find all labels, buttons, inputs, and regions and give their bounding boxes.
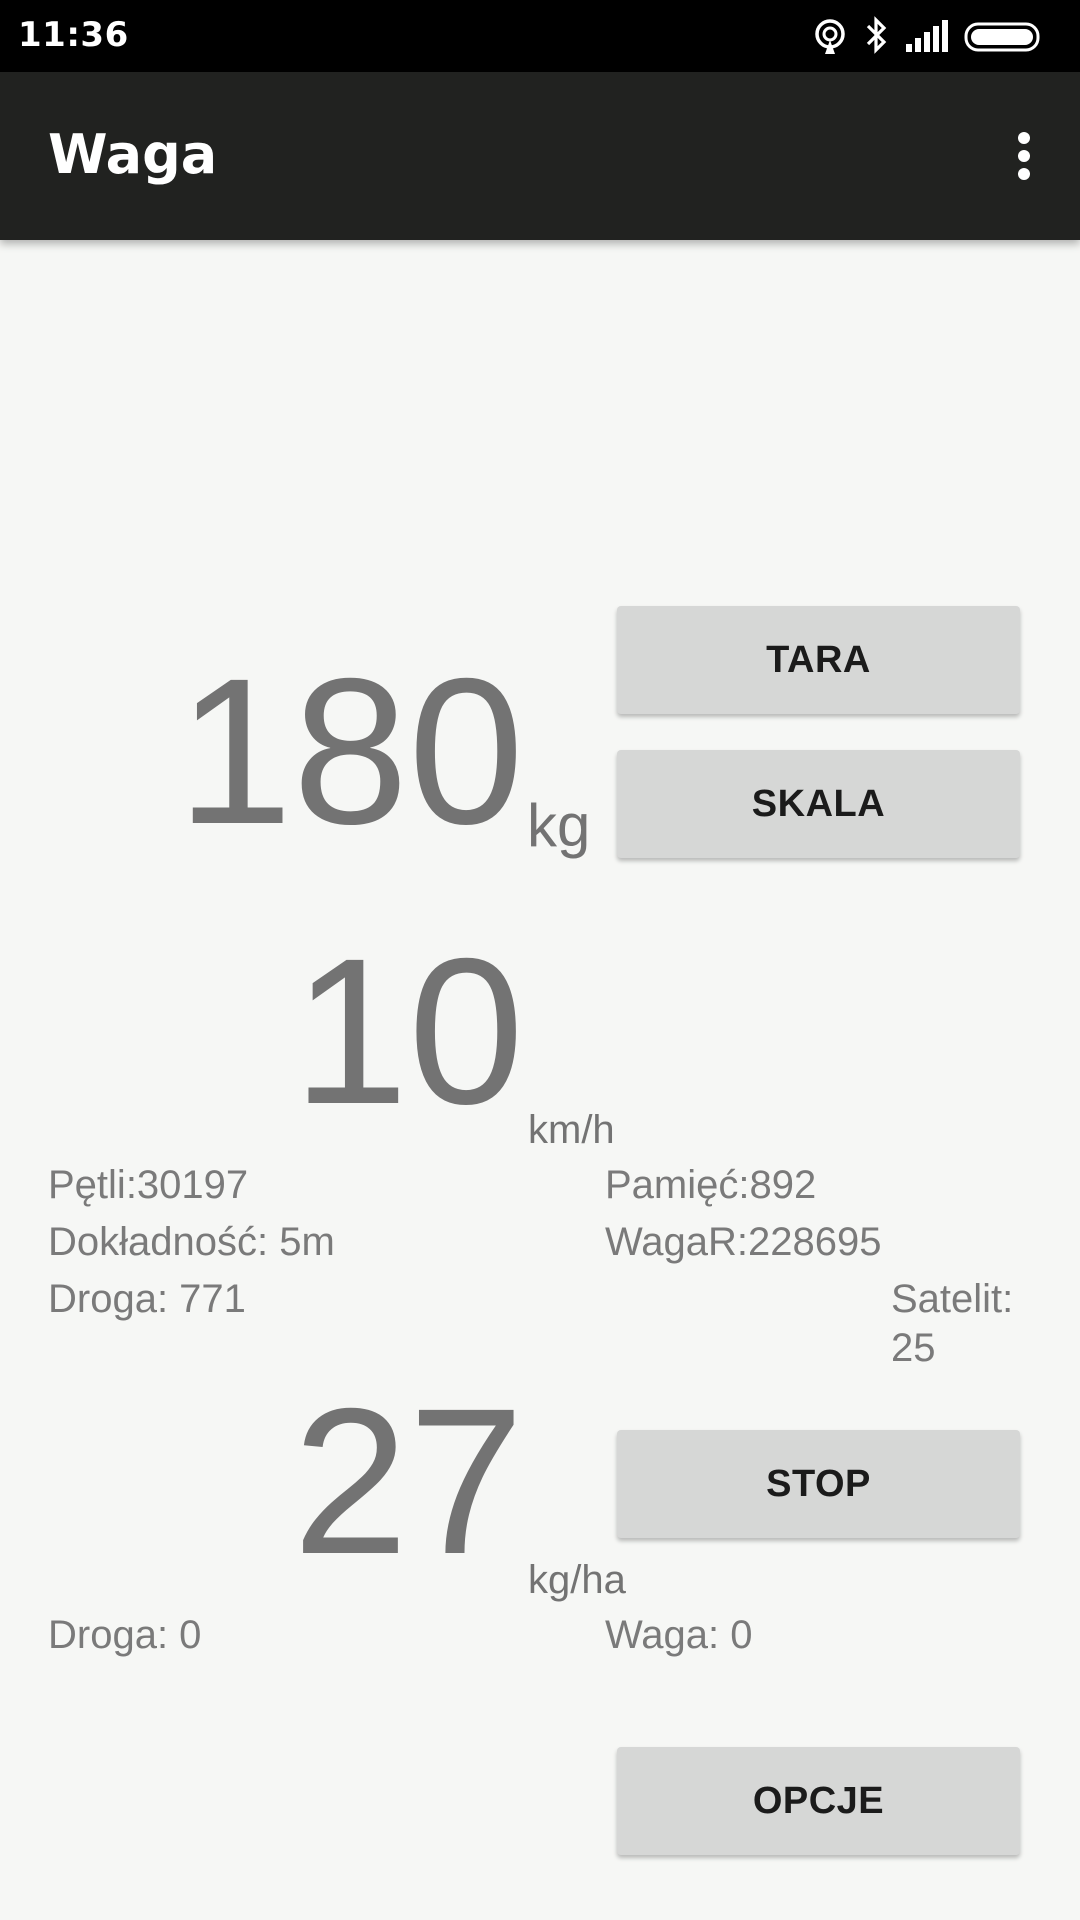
accuracy-value: Dokładność: 5m <box>48 1220 335 1264</box>
loops-count: Pętli:30197 <box>48 1163 249 1207</box>
satellite-count: 25 <box>891 1326 936 1370</box>
memory-count: Pamięć:892 <box>605 1163 817 1207</box>
weight-unit: kg <box>527 792 591 859</box>
stop-button[interactable]: STOP <box>617 1430 1020 1538</box>
distance-value: Droga: 771 <box>48 1277 246 1321</box>
bottom-distance-value: Droga: 0 <box>48 1613 202 1657</box>
speed-unit: km/h <box>528 1108 615 1152</box>
tara-button[interactable]: TARA <box>617 606 1020 714</box>
satellite-label: Satelit: <box>891 1277 1014 1321</box>
weight-value: 180 <box>176 636 524 868</box>
overflow-menu-icon[interactable] <box>992 124 1056 188</box>
raw-weight-value: WagaR:228695 <box>605 1220 882 1264</box>
app-bar: Waga <box>0 72 1080 240</box>
rate-value: 27 <box>292 1366 524 1598</box>
hotspot-icon <box>815 19 845 54</box>
bluetooth-icon <box>866 16 887 54</box>
status-bar: 11:36 <box>0 0 1080 72</box>
skala-button[interactable]: SKALA <box>617 750 1020 858</box>
battery-icon <box>964 22 1040 52</box>
speed-value: 10 <box>292 916 524 1148</box>
bottom-weight-value: Waga: 0 <box>605 1613 753 1657</box>
signal-icon <box>906 20 948 52</box>
status-time: 11:36 <box>18 15 129 55</box>
status-icons <box>810 14 1060 58</box>
rate-unit: kg/ha <box>528 1558 626 1602</box>
app-title: Waga <box>48 123 218 186</box>
options-button[interactable]: OPCJE <box>617 1747 1020 1855</box>
